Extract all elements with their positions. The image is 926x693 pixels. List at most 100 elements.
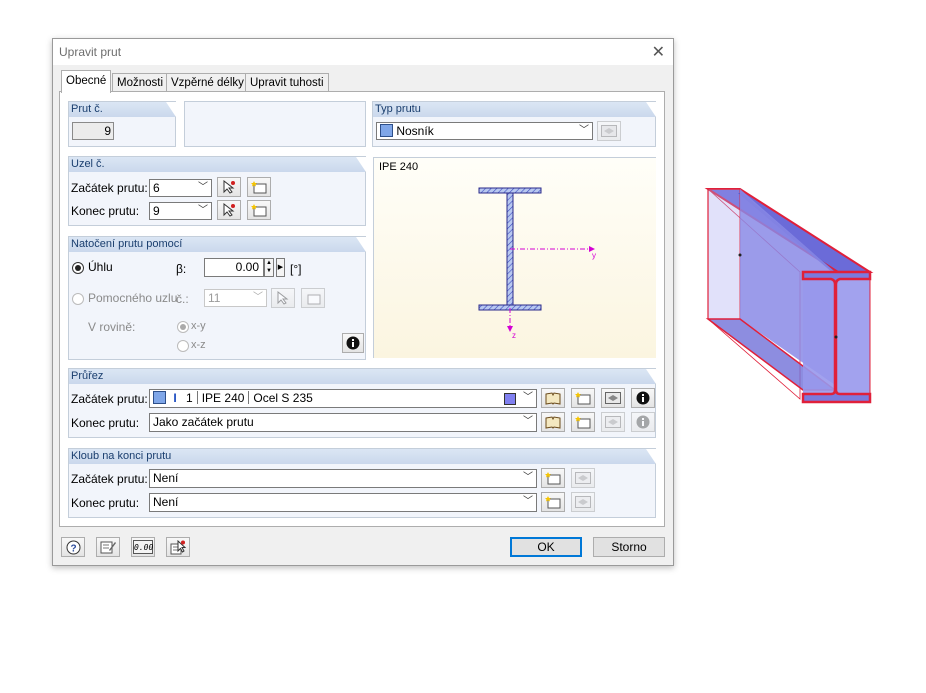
chevron-down-icon: ﹀ [198,205,208,216]
section-start-number: 1 [186,391,193,405]
angle-option-label: Úhlu [88,260,113,274]
new-end-node-button[interactable] [247,200,271,220]
close-icon[interactable]: ✕ [652,42,665,62]
cross-section-header: Průřez [69,369,656,384]
plane-xy-radio[interactable] [177,321,189,333]
top-flange [478,187,542,194]
helper-node-radio[interactable] [72,293,84,305]
edit-member-dialog: Upravit prut ✕ Obecné Možnosti Vzpěrné d… [52,38,674,566]
comment-button[interactable] [96,537,120,557]
new-node-icon [307,294,321,305]
tab-options[interactable]: Možnosti [112,73,169,92]
end-section-library-button[interactable] [541,412,565,432]
tab-buckling-lengths[interactable]: Vzpěrné délky [166,73,249,92]
beta-arrow-button[interactable]: ▶ [276,258,285,277]
end-section-info-button[interactable] [631,412,655,432]
beta-input[interactable]: 0.00 [204,258,264,277]
pick-start-node-button[interactable] [217,177,241,197]
title-bar: Upravit prut ✕ [53,39,673,65]
end-node-value: 9 [153,204,160,218]
edit-window-icon [575,472,591,484]
chevron-down-icon: ﹀ [523,496,533,507]
new-start-node-button[interactable] [247,177,271,197]
hinge-end-value: Není [153,495,179,509]
ok-button[interactable]: OK [510,537,582,557]
window-title: Upravit prut [59,45,122,59]
new-section-icon [575,392,591,405]
hinge-start-select[interactable]: Není ﹀ [149,469,537,488]
plane-label: V rovině: [88,320,136,334]
rotation-group: Natočení prutu pomocí Úhlu β: 0.00 ▲ ▼ ▶ … [68,236,366,360]
new-hinge-end-button[interactable] [541,492,565,512]
section-start-label: Začátek prutu: [71,392,148,406]
hinge-end-select[interactable]: Není ﹀ [149,493,537,512]
new-helper-node-button[interactable] [301,288,325,308]
member-number-header: Prut č. [69,102,176,117]
book-icon [545,415,561,429]
tab-page-general: Prut č. 9 Typ prutu Nosník ﹀ Uzel č. Zač… [59,91,665,527]
help-button[interactable]: ? [61,537,85,557]
new-hinge-start-button[interactable] [541,468,565,488]
helper-node-option-label: Pomocného uzlu [88,291,178,305]
start-node-label: Začátek prutu: [71,181,148,195]
section-info-button[interactable] [631,388,655,408]
new-hinge-icon [545,496,561,509]
units-icon: 0.00 [133,540,153,554]
section-preview: IPE 240 y z [373,157,656,358]
edit-hinge-start-button[interactable] [571,468,595,488]
cancel-button[interactable]: Storno [593,537,665,557]
new-section-button[interactable] [571,388,595,408]
start-node-select[interactable]: 6 ﹀ [149,179,212,197]
section-end-select[interactable]: Jako začátek prutu ﹀ [149,413,537,432]
end-node-marker [834,335,838,339]
helper-node-no-label: č.: [176,292,189,306]
new-hinge-icon [545,472,561,485]
section-color-swatch [153,391,166,404]
chevron-down-icon: ﹀ [523,472,533,483]
section-end-label: Konec prutu: [71,416,140,430]
back-section-face [707,188,741,320]
new-node-icon [251,204,267,217]
member-type-select[interactable]: Nosník ﹀ [376,122,593,140]
edit-note-icon [100,541,116,554]
member-type-header: Typ prutu [373,102,656,117]
plane-xz-radio[interactable] [177,340,189,352]
chevron-down-icon: ﹀ [253,292,263,303]
beta-unit: [°] [290,262,302,276]
edit-section-button[interactable] [601,388,625,408]
info-icon [346,336,360,350]
edit-window-icon [605,392,621,404]
material-color-swatch [504,393,516,405]
hinge-header: Kloub na konci prutu [69,449,656,464]
pick-helper-node-button[interactable] [271,288,295,308]
helper-node-select[interactable]: 11 ﹀ [204,289,267,307]
edit-hinge-end-button[interactable] [571,492,595,512]
end-node-select[interactable]: 9 ﹀ [149,202,212,220]
angle-radio[interactable] [72,262,84,274]
nodes-group: Uzel č. Začátek prutu: 6 ﹀ Konec prutu: … [68,156,366,226]
pick-arrow-icon [277,291,289,305]
pick-end-node-button[interactable] [217,200,241,220]
beta-spinner[interactable]: ▲ ▼ [264,258,274,277]
new-section-icon [575,416,591,429]
svg-text:?: ? [70,543,76,554]
info-icon [636,391,650,405]
edit-end-section-button[interactable] [601,412,625,432]
chevron-down-icon: ﹀ [523,392,533,403]
info-button[interactable] [342,333,364,353]
edit-window-icon [605,416,621,428]
z-axis-label: z [512,331,516,340]
units-button[interactable]: 0.00 [131,537,155,557]
section-start-select[interactable]: I 1 IPE 240 Ocel S 235 ﹀ [149,389,537,408]
tab-modify-stiffness[interactable]: Upravit tuhosti [245,73,329,92]
help-icon: ? [66,540,80,554]
new-end-section-button[interactable] [571,412,595,432]
section-library-button[interactable] [541,388,565,408]
book-icon [545,391,561,405]
end-node-label: Konec prutu: [71,204,140,218]
tab-general[interactable]: Obecné [61,70,112,93]
select-in-model-button[interactable] [166,537,190,557]
plane-xz-label: x-z [191,339,206,351]
member-number-field[interactable]: 9 [72,122,114,140]
edit-member-type-button[interactable] [597,121,621,141]
